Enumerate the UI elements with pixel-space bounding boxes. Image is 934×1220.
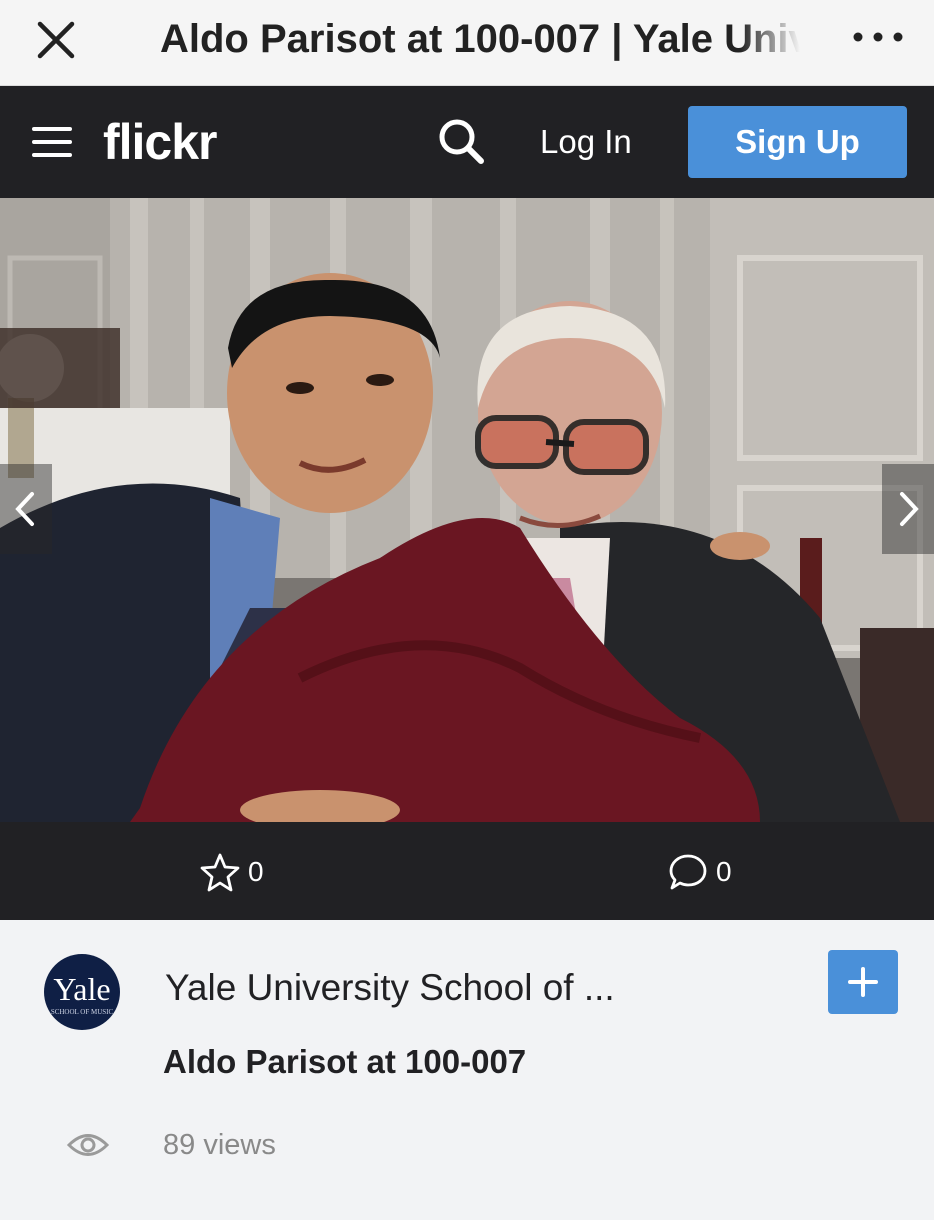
login-link[interactable]: Log In xyxy=(540,122,632,162)
comments-count: 0 xyxy=(716,856,732,887)
browser-top-bar: Aldo Parisot at 100-007 | Yale Universit… xyxy=(0,0,934,86)
favorites-count: 0 xyxy=(248,856,264,887)
photo-info: Yale SCHOOL OF MUSIC Yale University Sch… xyxy=(0,920,934,1220)
eye-icon xyxy=(66,1128,110,1162)
page-title: Aldo Parisot at 100-007 | Yale Universit… xyxy=(160,14,800,64)
chevron-left-icon xyxy=(15,492,34,526)
photo-action-bar: 0 0 xyxy=(0,822,934,920)
photo-title: Aldo Parisot at 100-007 xyxy=(163,1043,527,1080)
flickr-logo[interactable]: flickr xyxy=(103,112,218,172)
favorite-button[interactable]: 0 xyxy=(200,852,264,892)
chevron-right-icon xyxy=(900,492,919,526)
views-count: 89 views xyxy=(163,1129,276,1161)
plus-icon xyxy=(848,967,878,997)
follow-button[interactable] xyxy=(828,950,898,1014)
comment-icon xyxy=(669,854,707,890)
previous-photo-button[interactable] xyxy=(0,464,52,554)
hamburger-menu-icon[interactable] xyxy=(32,122,72,162)
more-options-icon[interactable] xyxy=(850,22,906,52)
avatar-text: Yale xyxy=(53,971,111,1007)
owner-name-link[interactable]: Yale University School of ... xyxy=(165,964,615,1012)
owner-avatar[interactable]: Yale SCHOOL OF MUSIC xyxy=(44,954,120,1030)
comment-button[interactable]: 0 xyxy=(668,852,732,892)
main-photo[interactable] xyxy=(0,198,934,822)
next-photo-button[interactable] xyxy=(882,464,934,554)
site-header: flickr Log In Sign Up xyxy=(0,86,934,198)
close-icon[interactable] xyxy=(34,18,78,62)
search-icon[interactable] xyxy=(436,116,486,166)
star-icon xyxy=(200,853,240,892)
signup-button[interactable]: Sign Up xyxy=(688,106,907,178)
photo-image xyxy=(0,198,934,822)
avatar-subtext: SCHOOL OF MUSIC xyxy=(50,1008,114,1016)
